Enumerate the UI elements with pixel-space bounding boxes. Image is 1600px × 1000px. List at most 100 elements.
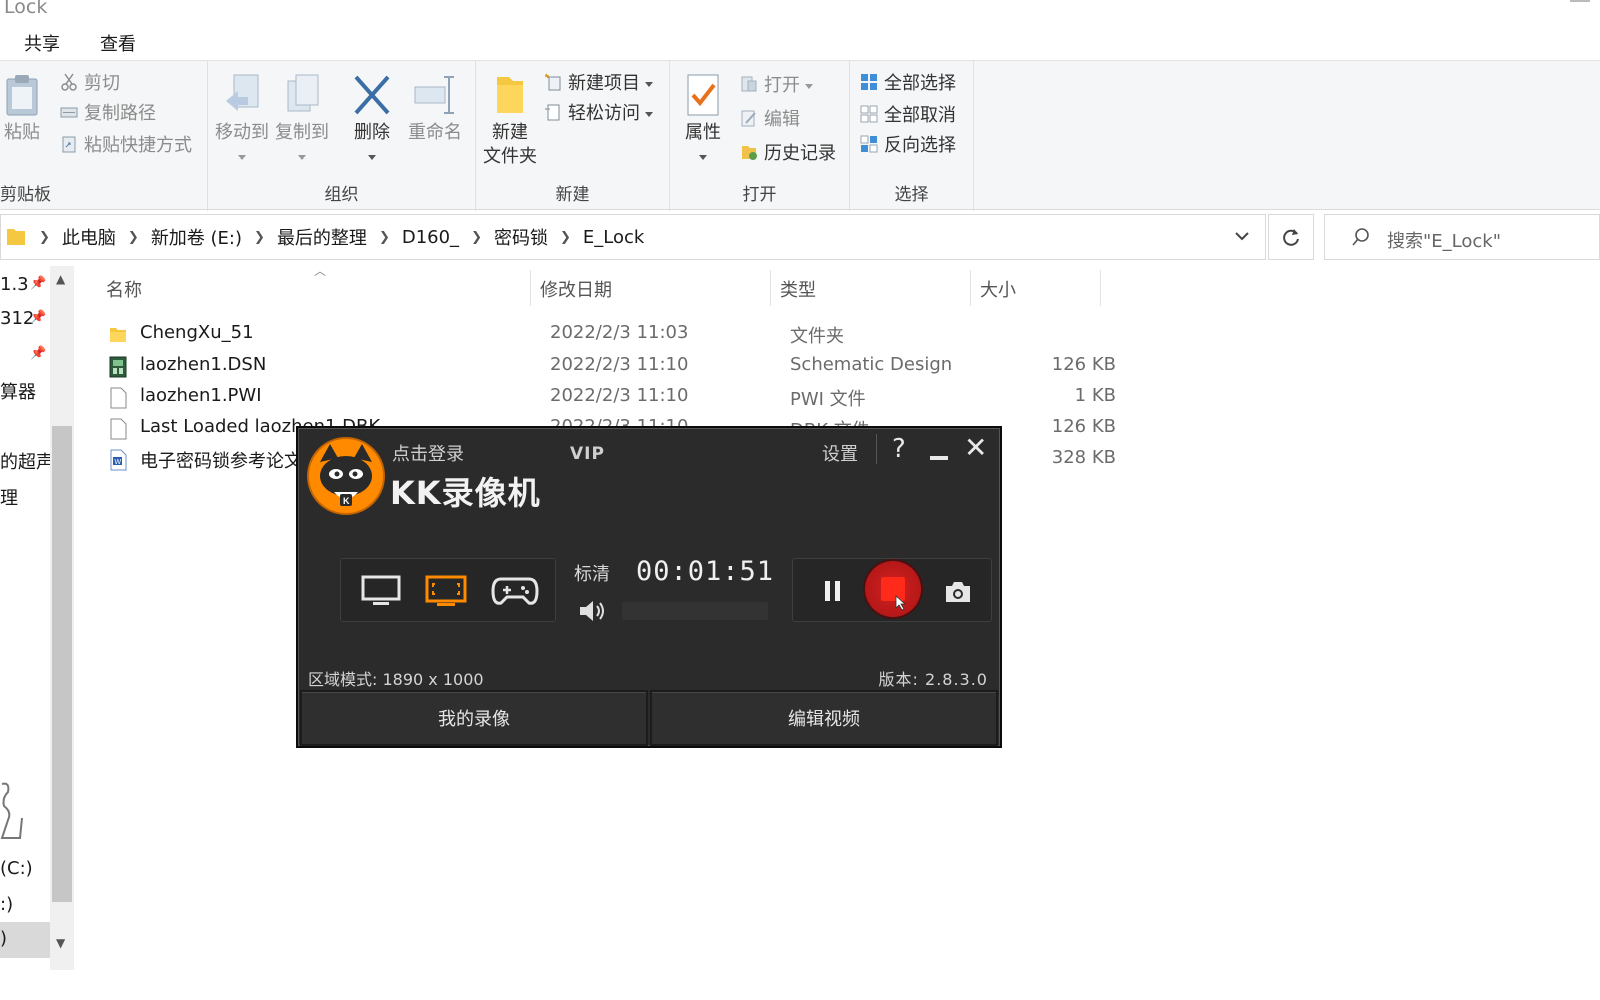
new-item-icon xyxy=(545,73,561,91)
kk-capture-modes xyxy=(340,558,556,622)
chevron-down-icon[interactable] xyxy=(1233,227,1251,245)
clipboard-icon xyxy=(6,75,38,116)
paste-button[interactable]: 粘贴 xyxy=(2,73,42,145)
history-icon xyxy=(742,146,757,160)
chevron-up-icon[interactable]: ▲ xyxy=(56,272,65,286)
camera-screenshot-icon[interactable] xyxy=(943,579,973,605)
nav-item[interactable]: 1.3 xyxy=(0,274,29,295)
file-row[interactable]: laozhen1.PWI 2022/2/3 11:10 PWI 文件 1 KB xyxy=(106,381,1116,413)
column-divider[interactable] xyxy=(1100,270,1101,306)
open-group: 属性 打开 编辑 历史记录 打开 xyxy=(670,61,850,211)
sort-ascending-icon: ︿ xyxy=(314,264,327,278)
volume-speaker-icon[interactable] xyxy=(578,598,608,624)
select-none-button[interactable]: 全部取消 xyxy=(860,103,956,129)
select-all-button[interactable]: 全部选择 xyxy=(860,71,956,97)
crumb-this-pc[interactable]: 此电脑 xyxy=(62,224,116,250)
invert-selection-button[interactable]: 反向选择 xyxy=(860,133,956,159)
column-type[interactable]: 类型 xyxy=(780,276,816,302)
crumb-final-sort[interactable]: 最后的整理 xyxy=(277,224,367,250)
rename-button[interactable]: 重命名 xyxy=(402,73,468,145)
select-all-label: 全部选择 xyxy=(884,73,956,94)
ribbon: 粘贴 剪切 复制路径 粘贴快捷方式 剪贴板 移动到 复制到 删除 重命名 组织 … xyxy=(0,60,1600,211)
kk-help-button[interactable]: ? xyxy=(892,434,906,464)
schematic-file-icon xyxy=(109,356,127,378)
clipboard-group: 粘贴 剪切 复制路径 粘贴快捷方式 剪贴板 xyxy=(0,61,208,211)
kk-vip-badge[interactable]: VIP xyxy=(570,444,605,464)
nav-item[interactable]: 的超声 xyxy=(0,448,54,474)
properties-button[interactable]: 属性 xyxy=(678,73,728,169)
pause-icon[interactable] xyxy=(823,579,843,603)
my-recordings-button[interactable]: 我的录像 xyxy=(300,690,648,746)
crumb-password-lock[interactable]: 密码锁 xyxy=(494,224,548,250)
file-type: PWI 文件 xyxy=(790,389,866,410)
new-folder-button[interactable]: 新建 文件夹 xyxy=(480,73,540,169)
kk-minimize-button[interactable] xyxy=(930,456,948,460)
select-none-icon xyxy=(860,105,878,123)
paste-shortcut-button[interactable]: 粘贴快捷方式 xyxy=(60,133,192,159)
easy-access-button[interactable]: 轻松访问 xyxy=(544,101,653,127)
history-button[interactable]: 历史记录 xyxy=(740,141,836,167)
nav-scrollbar[interactable]: ▲ ▼ xyxy=(50,266,74,970)
breadcrumb: ❯ 此电脑 ❯ 新加卷 (E:) ❯ 最后的整理 ❯ D160_ ❯ 密码锁 ❯… xyxy=(1,215,644,259)
pin-icon[interactable]: 📌 xyxy=(30,276,46,291)
chevron-down-icon[interactable]: ▼ xyxy=(56,936,65,950)
column-size[interactable]: 大小 xyxy=(980,276,1016,302)
crumb-d160[interactable]: D160_ xyxy=(402,227,459,248)
edit-button[interactable]: 编辑 xyxy=(740,107,800,133)
stop-record-button[interactable] xyxy=(865,561,921,617)
column-divider[interactable] xyxy=(970,270,971,306)
select-group-label: 选择 xyxy=(894,185,929,205)
nav-item-selected[interactable]: ) xyxy=(0,922,50,958)
search-box[interactable]: 搜索"E_Lock" xyxy=(1324,214,1600,260)
kk-login-link[interactable]: 点击登录 xyxy=(392,440,464,466)
select-all-icon xyxy=(861,74,877,90)
open-button[interactable]: 打开 xyxy=(740,73,813,99)
edit-video-button[interactable]: 编辑视频 xyxy=(650,690,998,746)
move-to-button[interactable]: 移动到 xyxy=(212,73,272,169)
pin-icon[interactable]: 📌 xyxy=(30,310,46,325)
copy-to-button[interactable]: 复制到 xyxy=(272,73,332,169)
delete-x-icon xyxy=(354,75,390,115)
nav-item[interactable]: 算器 xyxy=(0,378,36,404)
cut-button[interactable]: 剪切 xyxy=(60,71,120,97)
crumb-e-lock[interactable]: E_Lock xyxy=(583,227,644,248)
nav-item[interactable]: :) xyxy=(0,894,13,915)
file-row[interactable]: laozhen1.DSN 2022/2/3 11:10 Schematic De… xyxy=(106,350,1116,382)
tab-view[interactable]: 查看 xyxy=(100,30,136,56)
kk-recorder-desktop-icon[interactable] xyxy=(0,782,26,842)
kk-recorder-window[interactable]: K 点击登录 VIP KK录像机 设置 ? ✕ 标清 00:01:51 区域模式… xyxy=(296,426,1002,748)
copy-path-button[interactable]: 复制路径 xyxy=(60,101,156,127)
kk-close-button[interactable]: ✕ xyxy=(964,434,987,462)
address-bar[interactable]: ❯ 此电脑 ❯ 新加卷 (E:) ❯ 最后的整理 ❯ D160_ ❯ 密码锁 ❯… xyxy=(0,214,1266,260)
column-date[interactable]: 修改日期 xyxy=(540,276,612,302)
refresh-button[interactable] xyxy=(1268,214,1314,260)
fullscreen-monitor-icon[interactable] xyxy=(361,575,401,607)
pin-icon[interactable]: 📌 xyxy=(30,346,46,361)
folder-icon xyxy=(110,328,126,342)
file-row[interactable]: ChengXu_51 2022/2/3 11:03 文件夹 xyxy=(106,318,1116,350)
scrollbar-thumb[interactable] xyxy=(52,426,72,902)
rename-icon xyxy=(414,76,454,114)
new-folder-label-1: 新建 xyxy=(492,122,528,143)
crumb-drive[interactable]: 新加卷 (E:) xyxy=(151,224,242,250)
tab-share[interactable]: 共享 xyxy=(24,30,60,56)
column-divider[interactable] xyxy=(530,270,531,306)
blank-file-icon xyxy=(110,387,127,409)
column-divider[interactable] xyxy=(770,270,771,306)
chevron-right-icon: ❯ xyxy=(39,229,50,245)
new-item-button[interactable]: 新建项目 xyxy=(544,71,653,97)
kk-quality-selector[interactable]: 标清 xyxy=(574,560,610,586)
rename-label: 重命名 xyxy=(408,122,462,143)
file-size: 328 KB xyxy=(1051,447,1116,468)
file-name: ChengXu_51 xyxy=(140,322,254,343)
delete-button[interactable]: 删除 xyxy=(342,73,402,169)
svg-text:W: W xyxy=(115,459,122,466)
chevron-right-icon: ❯ xyxy=(127,229,139,245)
nav-item[interactable]: 理 xyxy=(0,484,18,510)
kk-settings-button[interactable]: 设置 xyxy=(822,440,858,466)
game-controller-icon[interactable] xyxy=(491,573,539,609)
word-file-icon: W xyxy=(110,449,127,471)
column-name[interactable]: 名称 xyxy=(106,276,142,302)
region-capture-icon[interactable] xyxy=(425,575,467,607)
nav-item[interactable]: (C:) xyxy=(0,858,33,879)
